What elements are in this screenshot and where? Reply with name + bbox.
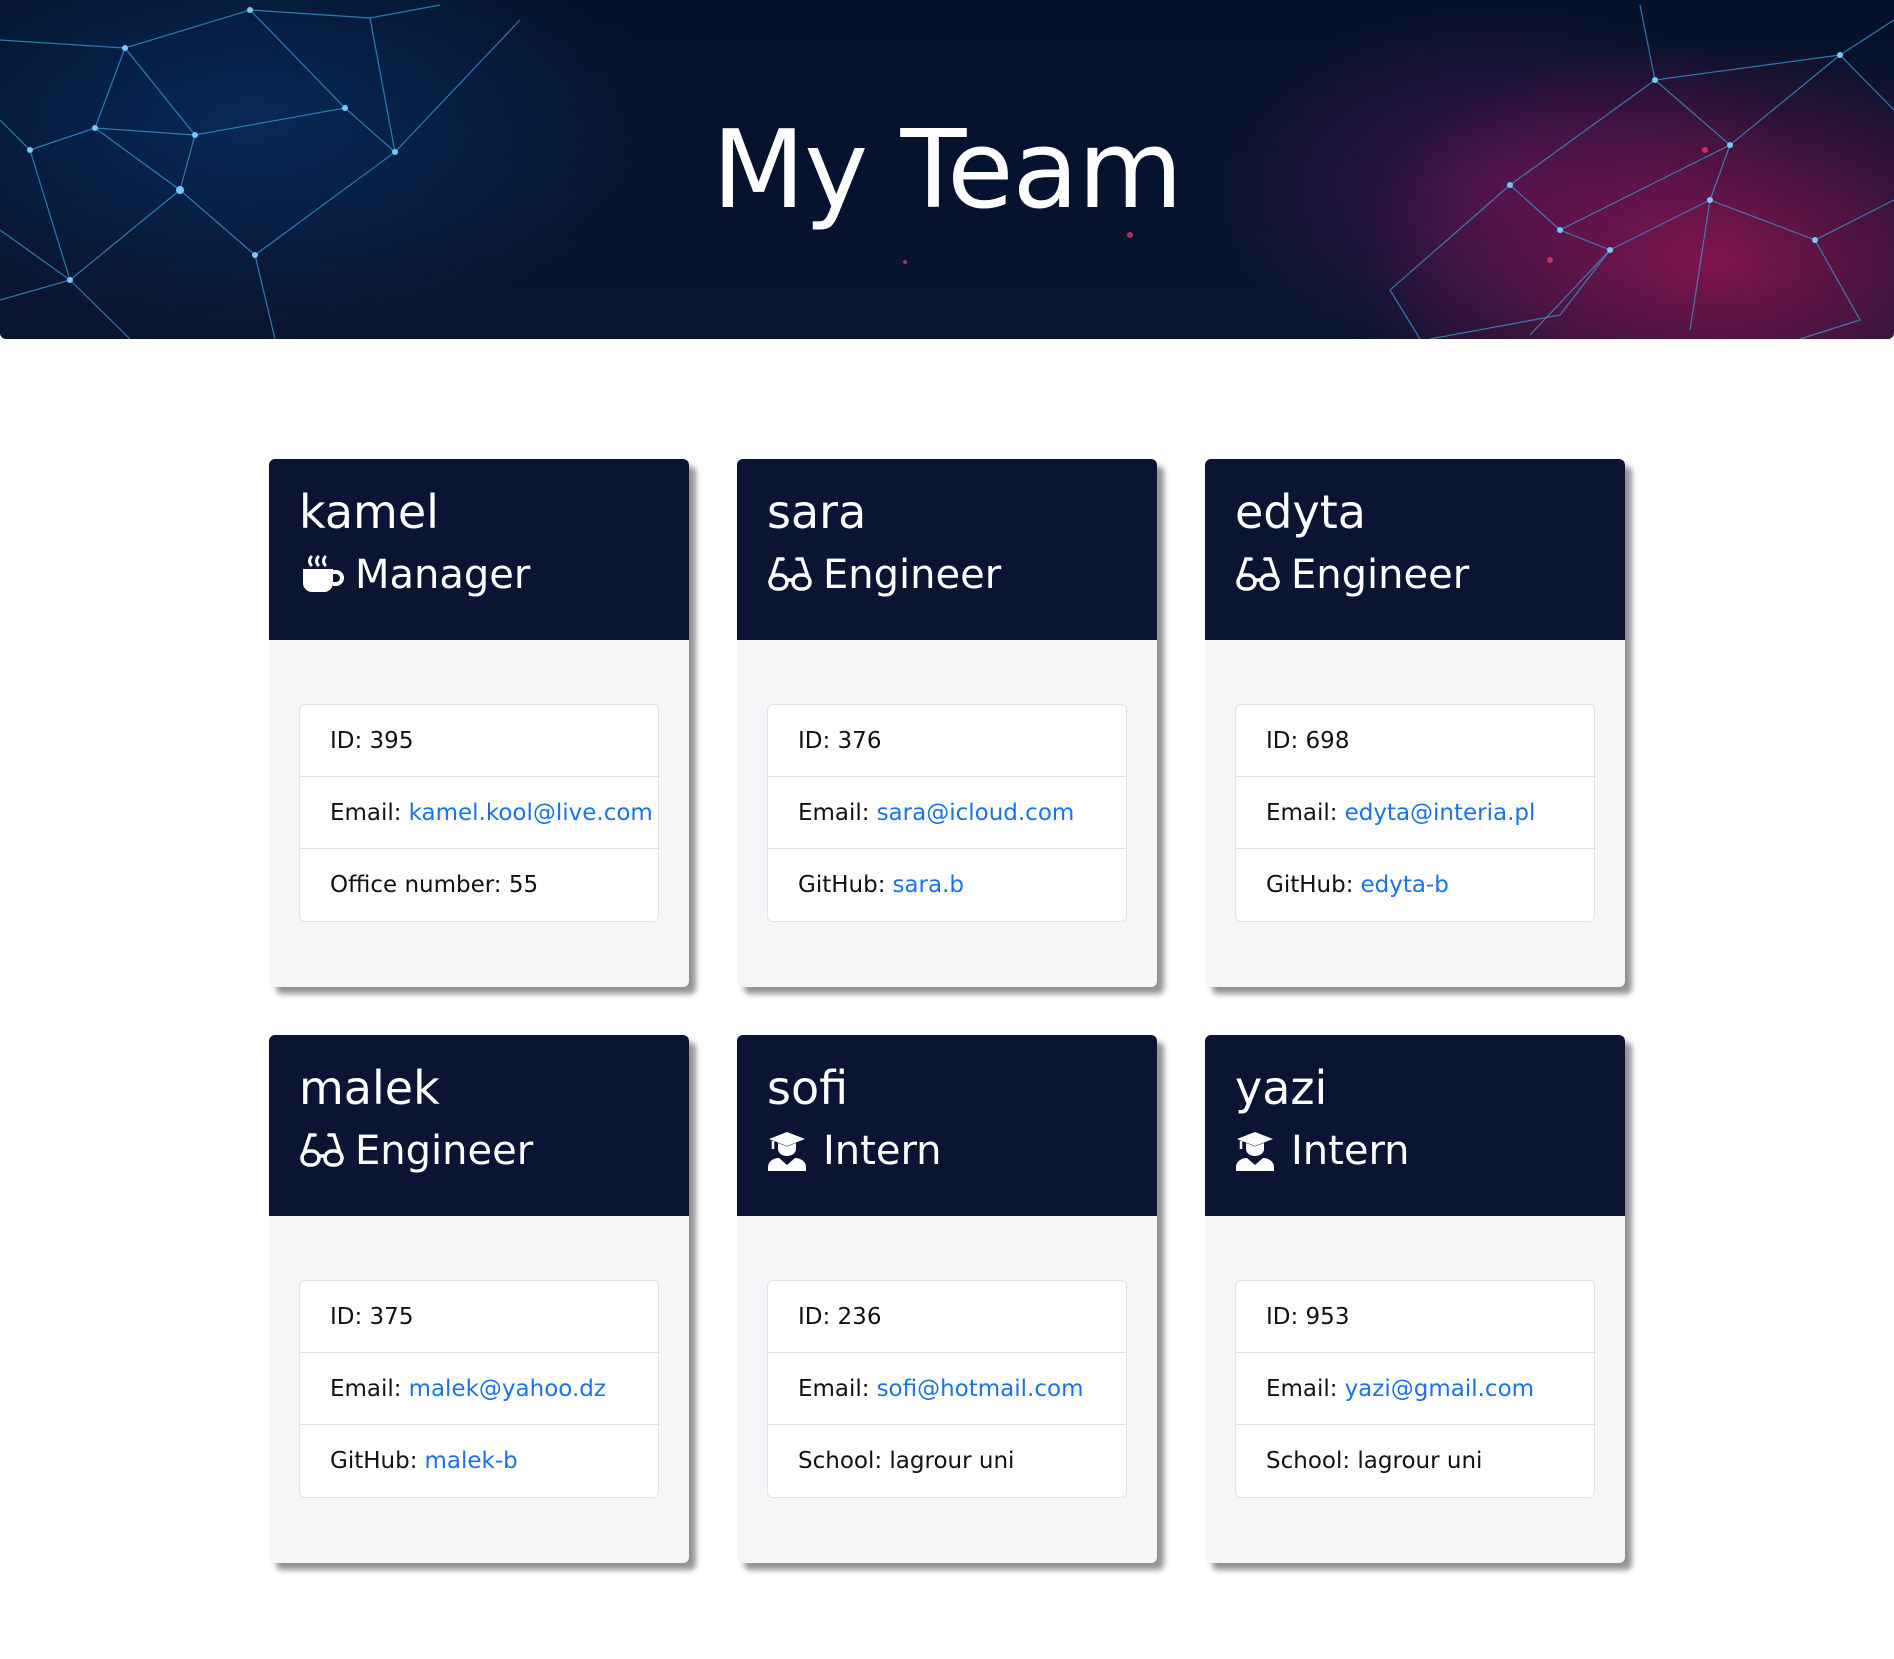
id-item: ID: 375 xyxy=(300,1281,658,1353)
github-link[interactable]: edyta-b xyxy=(1360,872,1448,898)
employee-name: sara xyxy=(767,485,867,539)
github-label: GitHub: xyxy=(798,872,886,898)
role-label: Intern xyxy=(823,1128,942,1174)
email-item: Email: sara@icloud.com xyxy=(768,777,1126,849)
github-link[interactable]: malek-b xyxy=(424,1448,517,1474)
card-body: ID: 236 Email: sofi@hotmail.com School: … xyxy=(737,1216,1157,1498)
card-header: yazi Intern xyxy=(1205,1035,1625,1216)
email-item: Email: malek@yahoo.dz xyxy=(300,1353,658,1425)
card-header: malek Engineer xyxy=(269,1035,689,1216)
github-item: GitHub: edyta-b xyxy=(1236,849,1594,921)
office-number-text: Office number: 55 xyxy=(330,872,539,898)
glasses-icon xyxy=(1235,555,1281,595)
email-label: Email: xyxy=(330,1375,402,1402)
role-label: Engineer xyxy=(355,1128,534,1174)
employee-card: yazi Intern ID: 953 Email: yazi@gmail.co… xyxy=(1205,1035,1625,1563)
role-label: Intern xyxy=(1291,1128,1410,1174)
team-grid: kamel Manager ID: 395 Email: kamel.kool@… xyxy=(269,459,1625,1563)
employee-name: malek xyxy=(299,1061,440,1115)
office-number-item: Office number: 55 xyxy=(300,849,658,921)
glasses-icon xyxy=(299,1131,345,1171)
email-label: Email: xyxy=(330,799,402,826)
school-item: School: lagrour uni xyxy=(1236,1425,1594,1497)
details-list: ID: 375 Email: malek@yahoo.dz GitHub: ma… xyxy=(299,1280,659,1498)
employee-card: kamel Manager ID: 395 Email: kamel.kool@… xyxy=(269,459,689,987)
details-list: ID: 953 Email: yazi@gmail.com School: la… xyxy=(1235,1280,1595,1498)
school-text: School: lagrour uni xyxy=(798,1448,1015,1474)
role-label: Engineer xyxy=(823,552,1002,598)
graduate-icon xyxy=(767,1131,813,1171)
employee-name: yazi xyxy=(1235,1061,1328,1115)
email-label: Email: xyxy=(1266,799,1338,826)
employee-card: edyta Engineer ID: 698 Email: edyta@inte… xyxy=(1205,459,1625,987)
card-body: ID: 953 Email: yazi@gmail.com School: la… xyxy=(1205,1216,1625,1498)
card-header: edyta Engineer xyxy=(1205,459,1625,640)
email-item: Email: kamel.kool@live.com xyxy=(300,777,658,849)
github-label: GitHub: xyxy=(330,1448,418,1474)
employee-card: sara Engineer ID: 376 Email: sara@icloud… xyxy=(737,459,1157,987)
email-link[interactable]: sofi@hotmail.com xyxy=(877,1376,1084,1402)
employee-role: Intern xyxy=(1235,1125,1595,1177)
id-text: ID: 375 xyxy=(330,1303,414,1330)
email-link[interactable]: yazi@gmail.com xyxy=(1345,1376,1534,1402)
details-list: ID: 236 Email: sofi@hotmail.com School: … xyxy=(767,1280,1127,1498)
id-item: ID: 698 xyxy=(1236,705,1594,777)
email-link[interactable]: kamel.kool@live.com xyxy=(409,800,653,826)
hero-banner: My Team xyxy=(0,0,1894,339)
card-header: sofi Intern xyxy=(737,1035,1157,1216)
id-text: ID: 236 xyxy=(798,1303,882,1330)
role-label: Engineer xyxy=(1291,552,1470,598)
email-link[interactable]: sara@icloud.com xyxy=(877,800,1075,826)
github-item: GitHub: sara.b xyxy=(768,849,1126,921)
employee-role: Engineer xyxy=(767,549,1127,601)
employee-role: Engineer xyxy=(299,1125,659,1177)
github-link[interactable]: sara.b xyxy=(892,872,964,898)
id-item: ID: 953 xyxy=(1236,1281,1594,1353)
email-link[interactable]: edyta@interia.pl xyxy=(1345,800,1536,826)
id-item: ID: 376 xyxy=(768,705,1126,777)
role-label: Manager xyxy=(355,552,531,598)
employee-name: kamel xyxy=(299,485,439,539)
id-item: ID: 395 xyxy=(300,705,658,777)
employee-role: Manager xyxy=(299,549,659,601)
email-item: Email: sofi@hotmail.com xyxy=(768,1353,1126,1425)
glasses-icon xyxy=(767,555,813,595)
employee-card: malek Engineer ID: 375 Email: malek@yaho… xyxy=(269,1035,689,1563)
employee-role: Intern xyxy=(767,1125,1127,1177)
school-text: School: lagrour uni xyxy=(1266,1448,1483,1474)
details-list: ID: 698 Email: edyta@interia.pl GitHub: … xyxy=(1235,704,1595,922)
card-body: ID: 376 Email: sara@icloud.com GitHub: s… xyxy=(737,640,1157,922)
card-header: kamel Manager xyxy=(269,459,689,640)
github-item: GitHub: malek-b xyxy=(300,1425,658,1497)
card-body: ID: 375 Email: malek@yahoo.dz GitHub: ma… xyxy=(269,1216,689,1498)
email-link[interactable]: malek@yahoo.dz xyxy=(409,1376,606,1402)
employee-name: sofi xyxy=(767,1061,849,1115)
id-text: ID: 698 xyxy=(1266,727,1350,754)
id-item: ID: 236 xyxy=(768,1281,1126,1353)
graduate-icon xyxy=(1235,1131,1281,1171)
id-text: ID: 376 xyxy=(798,727,882,754)
github-label: GitHub: xyxy=(1266,872,1354,898)
card-header: sara Engineer xyxy=(737,459,1157,640)
employee-card: sofi Intern ID: 236 Email: sofi@hotmail.… xyxy=(737,1035,1157,1563)
email-label: Email: xyxy=(798,799,870,826)
coffee-mug-icon xyxy=(299,555,345,595)
email-item: Email: yazi@gmail.com xyxy=(1236,1353,1594,1425)
school-item: School: lagrour uni xyxy=(768,1425,1126,1497)
details-list: ID: 395 Email: kamel.kool@live.com Offic… xyxy=(299,704,659,922)
email-label: Email: xyxy=(798,1375,870,1402)
id-text: ID: 395 xyxy=(330,727,414,754)
details-list: ID: 376 Email: sara@icloud.com GitHub: s… xyxy=(767,704,1127,922)
email-label: Email: xyxy=(1266,1375,1338,1402)
employee-name: edyta xyxy=(1235,485,1366,539)
email-item: Email: edyta@interia.pl xyxy=(1236,777,1594,849)
page-title: My Team xyxy=(712,108,1183,233)
employee-role: Engineer xyxy=(1235,549,1595,601)
card-body: ID: 395 Email: kamel.kool@live.com Offic… xyxy=(269,640,689,922)
id-text: ID: 953 xyxy=(1266,1303,1350,1330)
card-body: ID: 698 Email: edyta@interia.pl GitHub: … xyxy=(1205,640,1625,922)
